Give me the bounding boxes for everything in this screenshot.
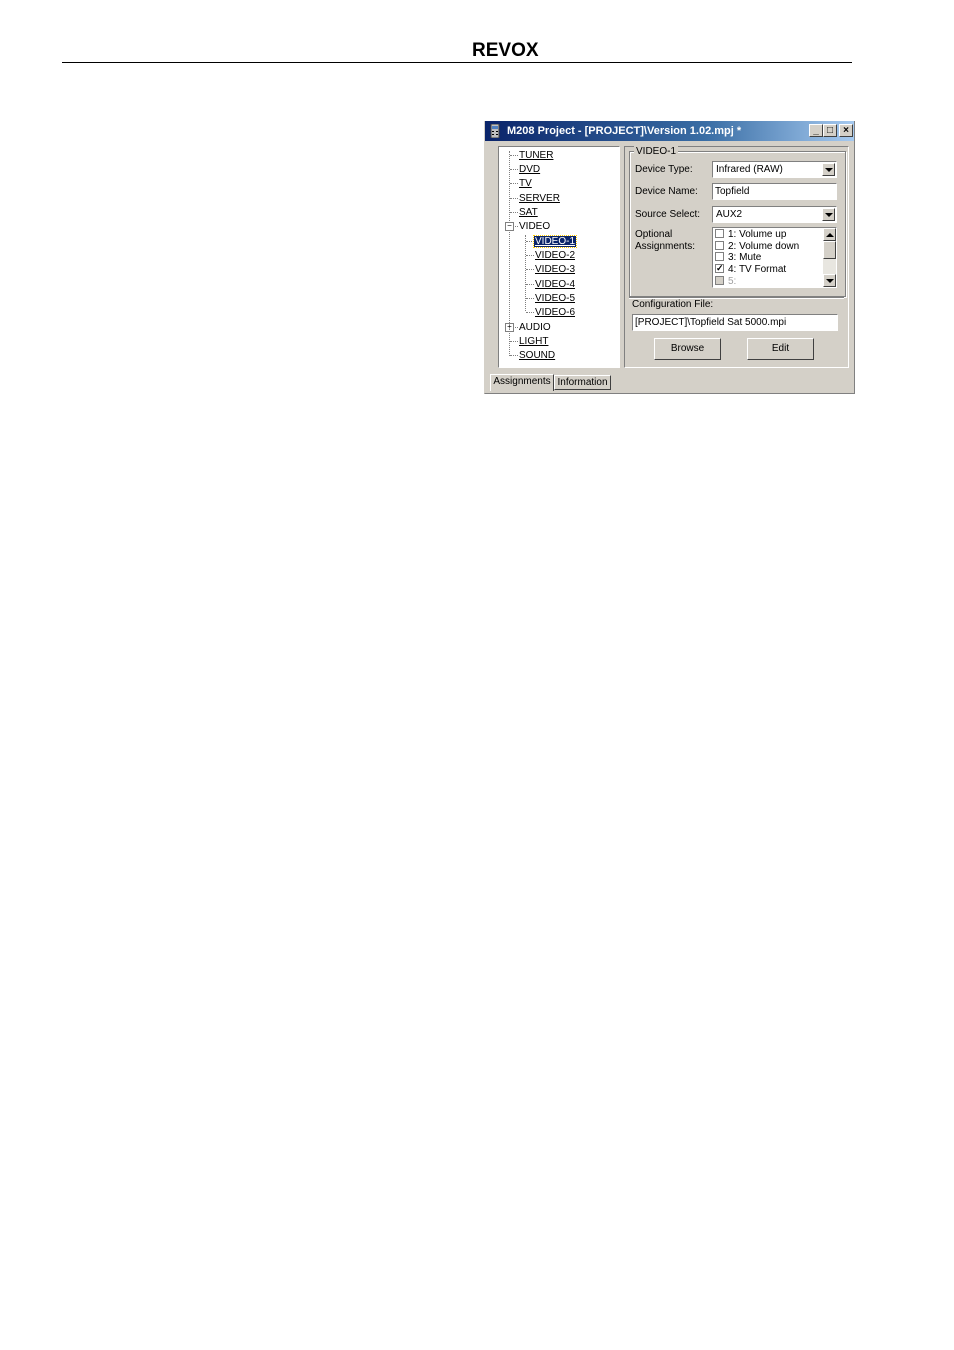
tree-item-video-6[interactable]: VIDEO-6 xyxy=(534,306,576,319)
tree-item-video[interactable]: VIDEO xyxy=(518,220,551,233)
tree-item-video-3[interactable]: VIDEO-3 xyxy=(534,263,576,276)
source-select-value: AUX2 xyxy=(716,209,743,220)
device-type-select[interactable]: Infrared (RAW) xyxy=(712,161,837,178)
source-select-label: Source Select: xyxy=(635,209,701,220)
scroll-thumb[interactable] xyxy=(823,241,836,259)
tree-item-video-2[interactable]: VIDEO-2 xyxy=(534,249,576,262)
checkbox[interactable] xyxy=(715,241,724,250)
tree-item-video-4[interactable]: VIDEO-4 xyxy=(534,278,576,291)
device-name-input[interactable]: Topfield xyxy=(712,183,837,200)
tree-item-dvd[interactable]: DVD xyxy=(518,163,541,176)
header-divider xyxy=(62,62,852,63)
device-type-label: Device Type: xyxy=(635,164,693,175)
chevron-down-icon[interactable] xyxy=(822,208,835,221)
tree-item-light[interactable]: LIGHT xyxy=(518,335,549,348)
checkbox[interactable] xyxy=(715,229,724,238)
tree-branch xyxy=(526,269,534,270)
tree-line xyxy=(525,235,526,311)
checkbox-checked[interactable] xyxy=(715,262,724,274)
tree-branch xyxy=(526,241,534,242)
config-file-input[interactable]: [PROJECT]\Topfield Sat 5000.mpi xyxy=(632,314,838,331)
device-type-value: Infrared (RAW) xyxy=(716,164,783,175)
tree-branch xyxy=(510,355,518,356)
maximize-button[interactable]: □ xyxy=(823,124,837,137)
tree-item-video-5[interactable]: VIDEO-5 xyxy=(534,292,576,305)
tab-assignments[interactable]: Assignments xyxy=(490,374,554,391)
video-1-group: VIDEO-1 Device Type: Infrared (RAW) Devi… xyxy=(629,146,846,297)
window-titlebar[interactable]: M208 Project - [PROJECT]\Version 1.02.mp… xyxy=(485,121,854,141)
chevron-down-icon[interactable] xyxy=(822,163,835,176)
device-settings-panel: VIDEO-1 Device Type: Infrared (RAW) Devi… xyxy=(624,146,849,368)
tree-branch xyxy=(510,169,518,170)
browse-button[interactable]: Browse xyxy=(654,338,721,360)
tree-branch xyxy=(526,312,534,313)
checkbox-disabled xyxy=(715,276,724,285)
tree-branch xyxy=(526,298,534,299)
device-tree[interactable]: TUNER DVD TV SERVER SAT − VIDEO VIDEO-1 … xyxy=(498,146,620,368)
tree-item-sat[interactable]: SAT xyxy=(518,206,539,219)
tab-information[interactable]: Information xyxy=(554,375,611,390)
logo-text: REVOX xyxy=(472,40,539,61)
assignment-item[interactable]: 4: TV Format xyxy=(715,262,786,276)
scroll-down-icon[interactable] xyxy=(823,274,836,287)
edit-button[interactable]: Edit xyxy=(747,338,814,360)
tree-item-sound[interactable]: SOUND xyxy=(518,349,556,362)
tree-branch xyxy=(510,198,518,199)
tree-branch xyxy=(526,284,534,285)
tree-branch xyxy=(510,183,518,184)
source-select[interactable]: AUX2 xyxy=(712,206,837,223)
checkbox[interactable] xyxy=(715,252,724,261)
assignment-item: 5: xyxy=(715,276,736,287)
revox-logo: REVOX xyxy=(472,40,546,61)
tree-branch xyxy=(510,155,518,156)
project-window: M208 Project - [PROJECT]\Version 1.02.mp… xyxy=(484,121,855,394)
assignments-label: Assignments: xyxy=(635,241,696,252)
config-file-label: Configuration File: xyxy=(632,299,714,310)
scroll-up-icon[interactable] xyxy=(823,228,836,241)
optional-assignments-list[interactable]: 1: Volume up 2: Volume down 3: Mute 4: T… xyxy=(712,227,837,288)
tree-branch xyxy=(510,212,518,213)
tree-item-audio[interactable]: AUDIO xyxy=(518,321,552,334)
tree-branch xyxy=(510,341,518,342)
assignment-item[interactable]: 1: Volume up xyxy=(715,229,786,241)
tree-item-server[interactable]: SERVER xyxy=(518,192,561,205)
tree-item-video-1[interactable]: VIDEO-1 xyxy=(532,235,578,248)
close-button[interactable]: × xyxy=(839,124,853,137)
tree-line xyxy=(509,151,510,327)
tree-branch xyxy=(526,255,534,256)
tree-item-tv[interactable]: TV xyxy=(518,177,533,190)
device-name-label: Device Name: xyxy=(635,186,698,197)
window-title: M208 Project - [PROJECT]\Version 1.02.mp… xyxy=(507,125,742,137)
list-scrollbar[interactable] xyxy=(823,228,836,287)
app-icon xyxy=(489,123,501,139)
group-title: VIDEO-1 xyxy=(634,146,679,157)
minimize-button[interactable]: _ xyxy=(809,124,823,137)
tree-item-tuner[interactable]: TUNER xyxy=(518,149,554,162)
optional-label: Optional xyxy=(635,229,673,240)
